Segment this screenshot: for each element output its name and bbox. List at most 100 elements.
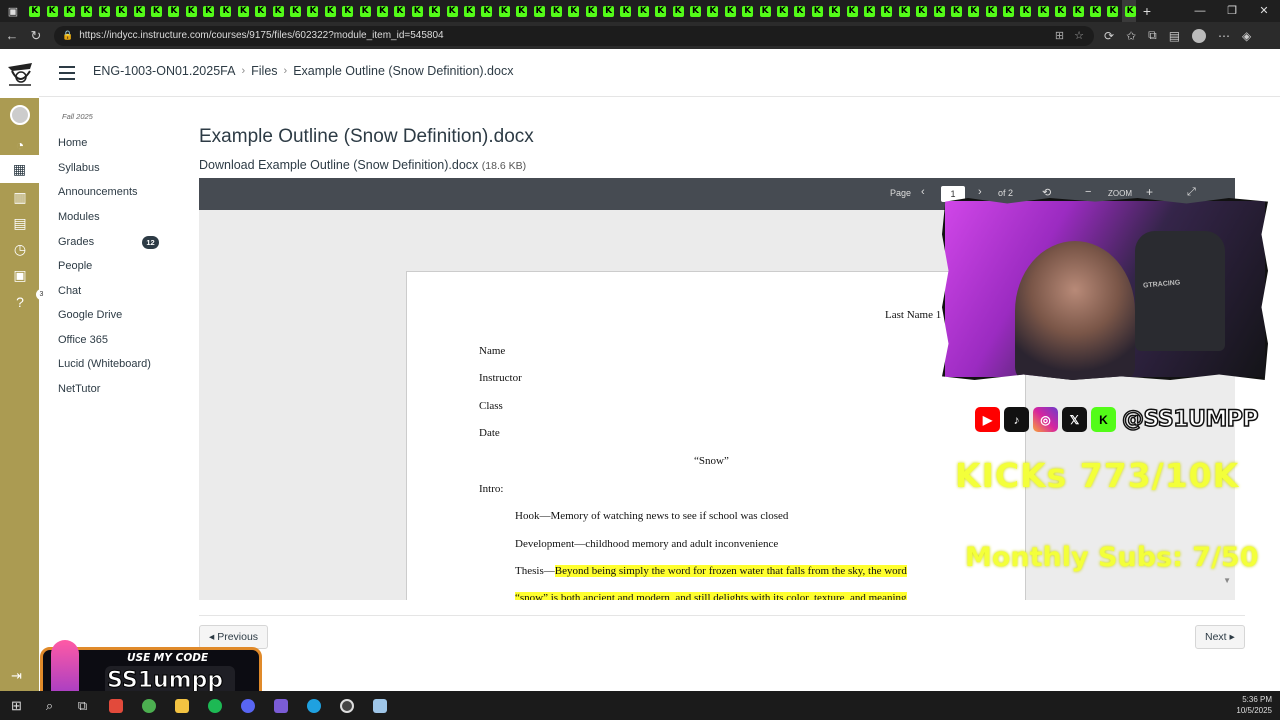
previous-button[interactable]: ◂ Previous [199,625,269,649]
browser-tab[interactable]: K [374,0,391,22]
browser-tab[interactable]: K [1069,0,1086,22]
browser-tab[interactable]: K [426,0,443,22]
course-nav-chat[interactable]: Chat [58,285,81,297]
next-page-icon[interactable]: › [978,186,982,198]
browser-tab[interactable]: K [339,0,356,22]
chrome-icon[interactable] [132,691,165,720]
start-icon[interactable]: ⊞ [0,691,33,720]
inbox-icon[interactable]: ▤ [10,213,30,233]
course-nav-home[interactable]: Home [58,137,87,149]
course-nav-modules[interactable]: Modules [58,211,100,223]
browser-tab[interactable]: K [583,0,600,22]
browser-tab[interactable]: K [252,0,269,22]
browser-tab[interactable]: K [878,0,895,22]
spotify-icon[interactable] [198,691,231,720]
browser-tab[interactable]: K [269,0,286,22]
browser-tab[interactable]: K [669,0,686,22]
app-icon-1[interactable] [99,691,132,720]
course-nav-google-drive[interactable]: Google Drive [58,309,122,321]
browser-tab[interactable]: K [896,0,913,22]
account-nav[interactable] [10,105,30,125]
browser-tab[interactable]: K✕ [1121,0,1136,22]
browser-tab[interactable]: K [496,0,513,22]
browser-tab[interactable]: K [565,0,582,22]
collapse-nav-icon[interactable]: ⇥ [11,668,22,684]
browser-tab[interactable]: K [391,0,408,22]
browser-tab[interactable]: K [356,0,373,22]
courses-icon[interactable]: ▦ [0,155,39,183]
browser-tab[interactable]: K [1104,0,1121,22]
browser-tab[interactable]: K [756,0,773,22]
edge-icon[interactable] [297,691,330,720]
browser-tab[interactable]: K [130,0,147,22]
zoom-out-icon[interactable]: − [1085,186,1091,198]
browser-tab[interactable]: K [61,0,78,22]
browser-tab[interactable]: K [26,0,43,22]
window-menu-icon[interactable]: ▣ [0,0,26,22]
browser-tab[interactable]: K [148,0,165,22]
course-nav-office-365[interactable]: Office 365 [58,334,108,346]
new-tab-button[interactable]: + [1136,3,1158,19]
course-nav-lucid[interactable]: Lucid (Whiteboard) [58,358,151,370]
breadcrumb-files[interactable]: Files [251,64,277,78]
app-available-icon[interactable]: ⊞ [1055,29,1064,42]
browser-tab[interactable]: K [409,0,426,22]
file-explorer-icon[interactable] [165,691,198,720]
minimize-icon[interactable]: — [1184,0,1216,22]
browser-tab[interactable]: K [791,0,808,22]
browser-tab[interactable]: K [165,0,182,22]
browser-tab[interactable]: K [774,0,791,22]
browser-tab[interactable]: K [965,0,982,22]
browser-tab[interactable]: K [96,0,113,22]
hamburger-menu-icon[interactable] [59,66,75,84]
wallet-icon[interactable]: ▤ [1169,29,1180,43]
site-info-icon[interactable]: 🔒 [62,30,73,41]
browser-tab[interactable]: K [530,0,547,22]
course-nav-nettutor[interactable]: NetTutor [58,383,100,395]
browser-tab[interactable]: K [513,0,530,22]
profile-avatar[interactable] [1192,28,1207,43]
history-icon[interactable]: ◷ [10,239,30,259]
course-nav-grades[interactable]: Grades [58,236,94,248]
url-field[interactable]: 🔒 https://indycc.instructure.com/courses… [54,25,1094,46]
zoom-in-icon[interactable]: + [1146,185,1153,199]
browser-tab[interactable]: K [217,0,234,22]
close-window-icon[interactable]: ✕ [1248,0,1280,22]
browser-tab[interactable]: K [617,0,634,22]
browser-tab[interactable]: K [443,0,460,22]
browser-tab[interactable]: K [600,0,617,22]
browser-tab[interactable]: K [687,0,704,22]
school-logo[interactable] [0,49,39,98]
browser-tab[interactable]: K [809,0,826,22]
browser-tab[interactable]: K [1035,0,1052,22]
browser-tab[interactable]: K [78,0,95,22]
browser-tab[interactable]: K [635,0,652,22]
maximize-icon[interactable]: ❐ [1216,0,1248,22]
browser-tab[interactable]: K [1087,0,1104,22]
browser-tab[interactable]: K [43,0,60,22]
browser-tab[interactable]: K [322,0,339,22]
favorite-star-icon[interactable]: ☆ [1074,29,1084,42]
course-nav-syllabus[interactable]: Syllabus [58,162,100,174]
browser-tab[interactable]: K [461,0,478,22]
browser-tab[interactable]: K [1000,0,1017,22]
browser-tab[interactable]: K [861,0,878,22]
discord-icon[interactable] [231,691,264,720]
breadcrumb-course[interactable]: ENG-1003-ON01.2025FA [93,64,235,78]
browser-tab[interactable]: K [843,0,860,22]
help-icon[interactable]: ? 3 [10,289,47,312]
dashboard-icon[interactable]: ◔ [10,135,30,155]
next-button[interactable]: Next ▸ [1195,625,1245,649]
rotate-icon[interactable]: ⟲ [1042,186,1051,199]
notepad-icon[interactable] [363,691,396,720]
browser-tab[interactable]: K [1017,0,1034,22]
copilot-icon[interactable]: ◈ [1242,29,1251,43]
download-link[interactable]: Download Example Outline (Snow Definitio… [199,158,526,172]
browser-tab[interactable]: K [930,0,947,22]
collections-icon[interactable]: ⧉ [1148,28,1157,43]
browser-tab[interactable]: K [948,0,965,22]
browser-tab[interactable]: K [722,0,739,22]
course-nav-people[interactable]: People [58,260,92,272]
app-icon-2[interactable] [264,691,297,720]
browser-tab[interactable]: K [913,0,930,22]
